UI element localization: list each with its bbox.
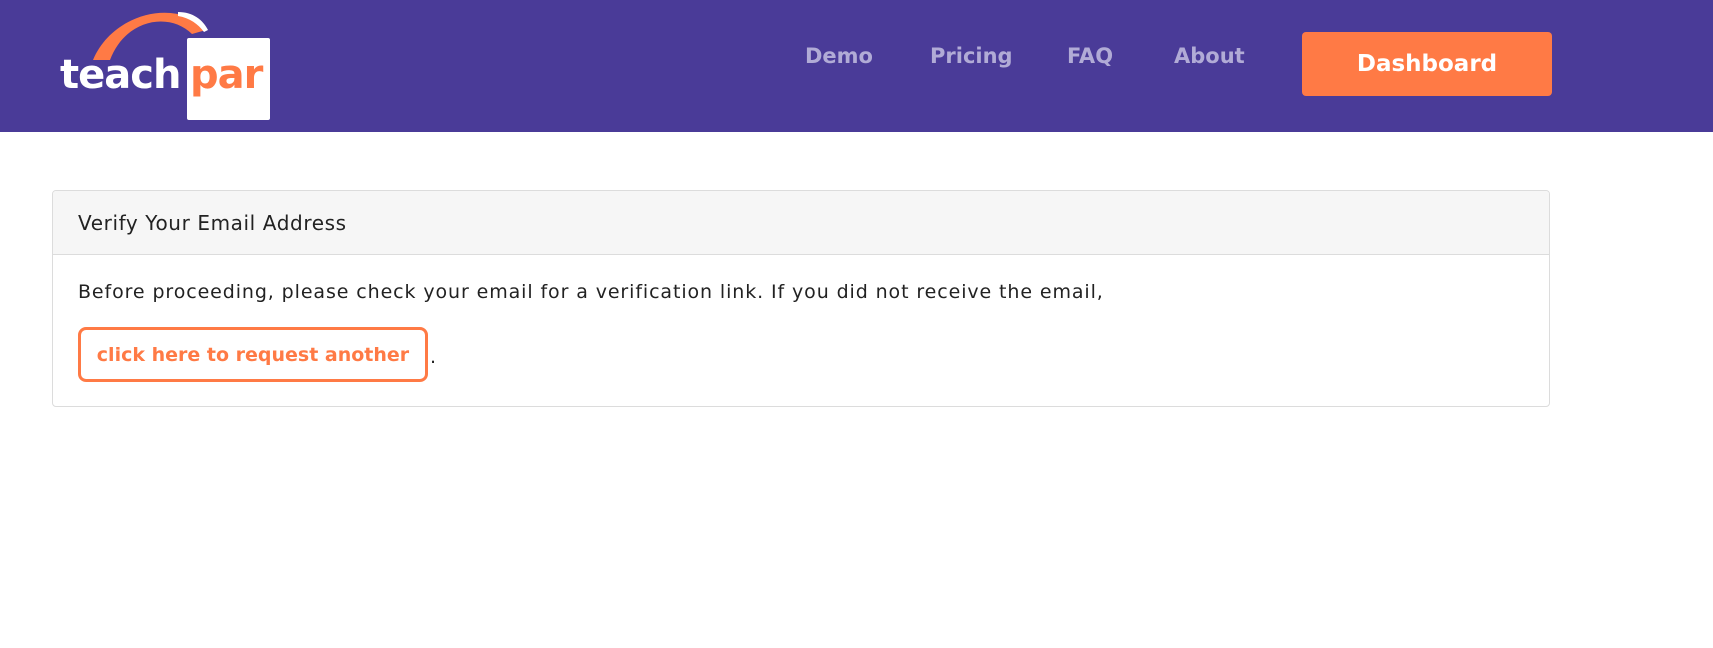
request-another-button[interactable]: click here to request another bbox=[78, 327, 428, 382]
dashboard-button[interactable]: Dashboard bbox=[1302, 32, 1552, 96]
nav-link-demo[interactable]: Demo bbox=[805, 44, 873, 68]
verify-email-card: Verify Your Email Address Before proceed… bbox=[52, 190, 1550, 407]
navbar: teach par Demo Pricing FAQ About Dashboa… bbox=[0, 0, 1713, 132]
teachpar-logo[interactable]: teach par bbox=[58, 4, 278, 122]
nav-link-faq[interactable]: FAQ bbox=[1067, 44, 1113, 68]
logo-text-teach: teach bbox=[60, 52, 181, 98]
resend-row: click here to request another . bbox=[78, 327, 436, 382]
nav-link-about[interactable]: About bbox=[1174, 44, 1245, 68]
trailing-period: . bbox=[430, 345, 437, 368]
nav-link-pricing[interactable]: Pricing bbox=[930, 44, 1013, 68]
verification-message: Before proceeding, please check your ema… bbox=[78, 281, 1104, 303]
logo-text-par: par bbox=[190, 52, 263, 98]
card-title: Verify Your Email Address bbox=[53, 191, 1549, 255]
